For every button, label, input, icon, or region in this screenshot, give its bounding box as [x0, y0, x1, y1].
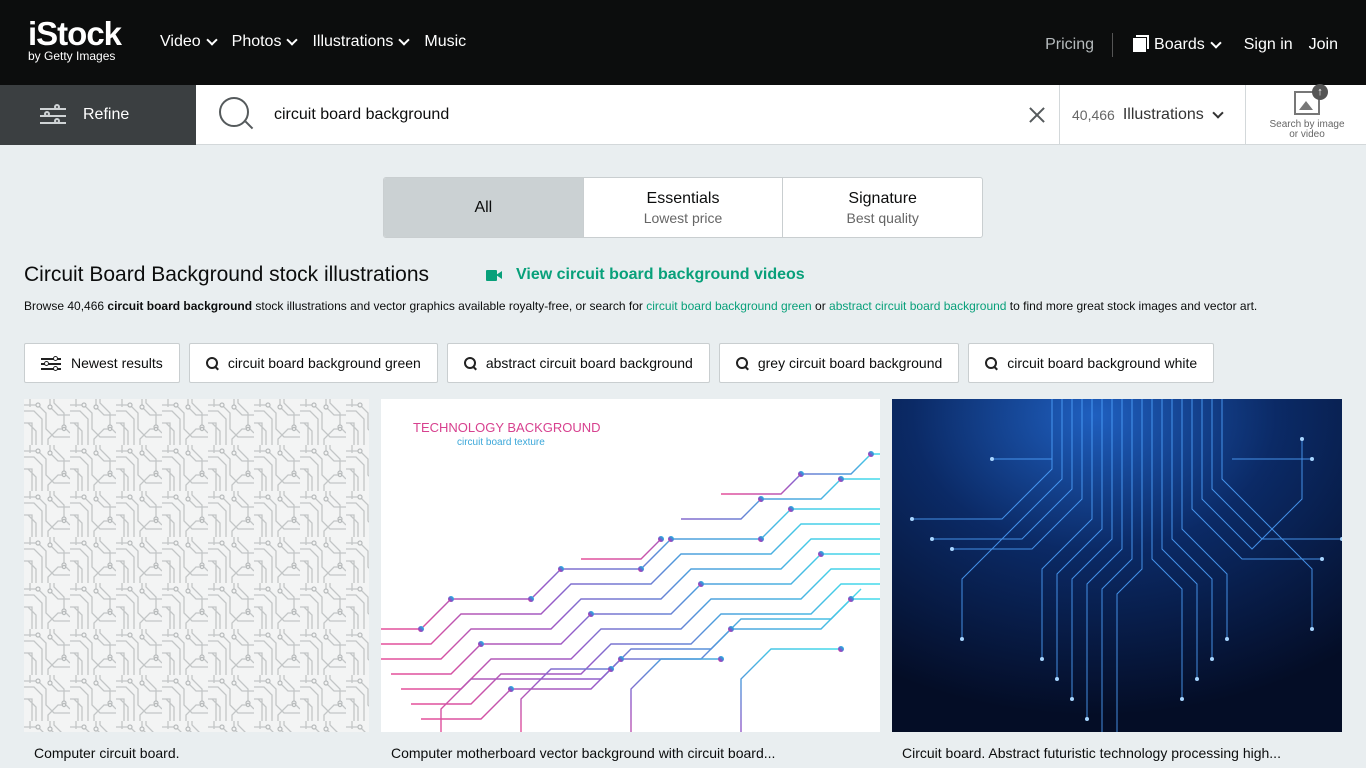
desc-link-green[interactable]: circuit board background green	[646, 299, 811, 313]
desc-middle: stock illustrations and vector graphics …	[252, 299, 647, 313]
close-icon[interactable]	[1027, 105, 1047, 125]
boards-icon	[1133, 35, 1150, 52]
media-type-select[interactable]: 40,466 Illustrations	[1059, 85, 1246, 145]
search-bar: Refine 40,466 Illustrations Search by im…	[0, 84, 1366, 145]
nav-video[interactable]: Video	[160, 33, 218, 51]
nav-photos[interactable]: Photos	[231, 33, 299, 51]
search-icon	[463, 357, 476, 369]
tab-signature-label: Signature	[848, 189, 917, 207]
join-link[interactable]: Join	[1309, 36, 1338, 54]
view-videos-link[interactable]: View circuit board background videos	[486, 266, 805, 284]
suggestion-label: grey circuit board background	[757, 355, 943, 371]
nav-photos-label: Photos	[231, 33, 282, 50]
search-input[interactable]	[274, 103, 974, 127]
search-by-image-label: Search by image or video	[1269, 119, 1345, 140]
pricing-link[interactable]: Pricing	[1045, 36, 1094, 54]
newest-results-label: Newest results	[71, 355, 163, 371]
suggestion-chip[interactable]: circuit board background white	[968, 343, 1215, 383]
boards-label: Boards	[1154, 36, 1205, 53]
thumb-subtitle: circuit board texture	[457, 437, 545, 448]
chevron-down-icon	[398, 34, 411, 46]
result-thumbnail[interactable]	[892, 399, 1342, 732]
result-thumbnail[interactable]	[24, 399, 369, 732]
video-camera-icon	[486, 269, 502, 281]
suggestion-chip[interactable]: grey circuit board background	[718, 343, 960, 383]
page-title: Circuit Board Background stock illustrat…	[24, 263, 430, 286]
tab-essentials-subtitle: Lowest price	[643, 209, 723, 226]
color-circuit-image: TECHNOLOGY BACKGROUND circuit board text…	[381, 420, 880, 732]
tab-all-label: All	[474, 198, 493, 216]
result-card[interactable]: TECHNOLOGY BACKGROUND circuit board text…	[381, 399, 880, 761]
newest-results-chip[interactable]: Newest results	[24, 343, 180, 383]
search-icon	[735, 357, 748, 369]
nav-music-label: Music	[424, 33, 467, 50]
nav-illustrations-label: Illustrations	[312, 33, 394, 50]
search-icon	[205, 357, 218, 369]
sign-in-link[interactable]: Sign in	[1244, 36, 1293, 54]
search-icon	[985, 357, 998, 369]
result-caption: Circuit board. Abstract futuristic techn…	[902, 745, 1281, 761]
nav-video-label: Video	[160, 33, 201, 50]
media-type-label: Illustrations	[1122, 106, 1204, 123]
istock-logo[interactable]: iStock by Getty Images	[28, 15, 122, 63]
grey-circuit-image	[24, 399, 369, 732]
chevron-down-icon	[205, 34, 218, 46]
result-thumbnail[interactable]: TECHNOLOGY BACKGROUND circuit board text…	[381, 399, 880, 732]
search-icon[interactable]	[219, 97, 255, 133]
tab-essentials[interactable]: Essentials Lowest price	[584, 178, 784, 237]
result-caption: Computer motherboard vector background w…	[391, 745, 776, 761]
result-caption: Computer circuit board.	[34, 745, 180, 761]
suggestion-chip[interactable]: abstract circuit board background	[446, 343, 710, 383]
image-search-icon	[1294, 84, 1328, 115]
blue-circuit-image	[892, 399, 1342, 732]
nav-music[interactable]: Music	[424, 33, 466, 51]
license-tabs: All Essentials Lowest price Signature Be…	[383, 177, 983, 238]
nav-illustrations[interactable]: Illustrations	[312, 33, 411, 51]
search-description: Browse 40,466 circuit board background s…	[24, 298, 1346, 315]
refine-button[interactable]: Refine	[0, 85, 196, 145]
tab-signature-subtitle: Best quality	[846, 209, 919, 226]
filter-chips: Newest results circuit board background …	[24, 343, 1215, 383]
desc-query: circuit board background	[107, 299, 253, 313]
logo-wordmark: iStock	[28, 15, 122, 52]
top-nav: iStock by Getty Images Video Photos Illu…	[0, 0, 1366, 85]
refine-label: Refine	[83, 106, 130, 123]
suggestion-label: circuit board background white	[1007, 355, 1198, 371]
thumb-title: TECHNOLOGY BACKGROUND	[413, 420, 601, 435]
desc-or: or	[811, 299, 830, 313]
desc-link-abstract[interactable]: abstract circuit board background	[829, 299, 1006, 313]
chevron-down-icon	[286, 34, 299, 46]
result-count: 40,466	[1072, 107, 1115, 123]
logo-subtitle: by Getty Images	[28, 49, 116, 63]
view-videos-label: View circuit board background videos	[516, 266, 805, 283]
nav-divider	[1112, 33, 1114, 57]
search-by-image-button[interactable]: Search by image or video	[1264, 84, 1350, 140]
sliders-icon	[41, 355, 61, 371]
tab-essentials-label: Essentials	[646, 189, 720, 207]
nav-right: Pricing Boards Sign in Join	[1045, 33, 1338, 57]
suggestion-label: abstract circuit board background	[485, 355, 693, 371]
suggestion-label: circuit board background green	[227, 355, 421, 371]
suggestion-chip[interactable]: circuit board background green	[188, 343, 438, 383]
main-nav: Video Photos Illustrations Music	[160, 33, 482, 51]
result-card[interactable]: Circuit board. Abstract futuristic techn…	[892, 399, 1342, 761]
chevron-down-icon	[1212, 107, 1224, 119]
tab-all[interactable]: All	[384, 178, 584, 237]
boards-menu[interactable]: Boards	[1133, 35, 1222, 54]
tab-signature[interactable]: Signature Best quality	[783, 178, 982, 237]
desc-suffix: to find more great stock images and vect…	[1006, 299, 1258, 313]
chevron-down-icon	[1210, 37, 1222, 49]
result-card[interactable]: Computer circuit board.	[24, 399, 369, 761]
desc-prefix: Browse 40,466	[24, 299, 108, 313]
sliders-icon	[40, 104, 66, 125]
